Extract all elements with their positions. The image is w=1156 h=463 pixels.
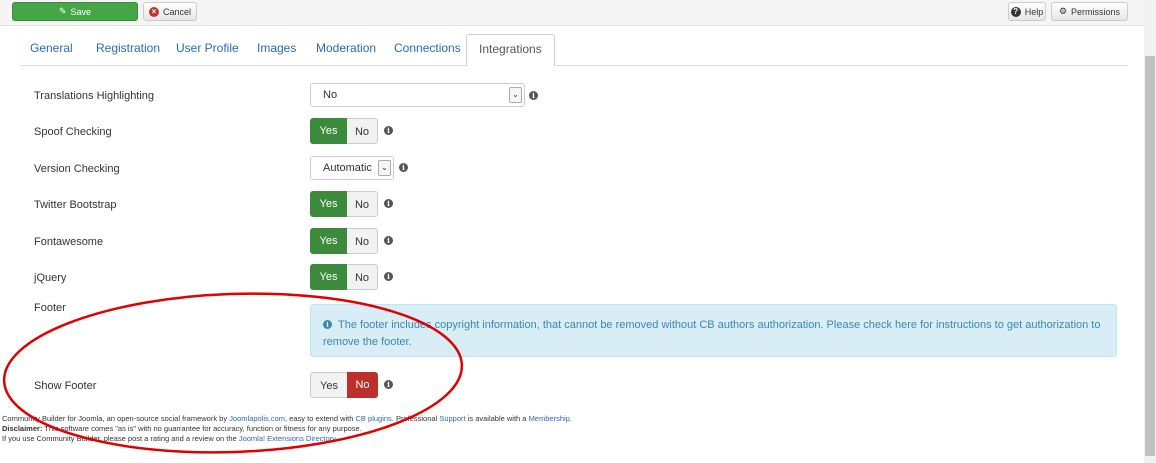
footer-label: Footer xyxy=(34,302,66,314)
cancel-icon: × xyxy=(148,6,159,17)
info-icon[interactable]: i xyxy=(384,236,393,245)
footer-line-3: If you use Community Builder, please pos… xyxy=(2,434,572,444)
fontawesome-label: Fontawesome xyxy=(34,236,104,248)
tab-integrations[interactable]: Integrations xyxy=(466,34,555,66)
info-icon[interactable]: i xyxy=(384,199,393,208)
cancel-label: Cancel xyxy=(162,6,191,17)
scrollbar[interactable] xyxy=(1144,0,1156,463)
edit-icon: ✎ xyxy=(58,6,67,16)
footer-text-segment: Community Builder for Joomla, an open-so… xyxy=(2,414,230,423)
tab-connections[interactable]: Connections xyxy=(392,34,463,65)
disclaimer-text: This software comes "as is" with no guar… xyxy=(42,424,362,433)
chevron-down-icon: ⌄ xyxy=(378,160,391,176)
show-footer-no[interactable]: No xyxy=(347,372,378,398)
jquery-toggle: Yes No xyxy=(310,264,378,290)
help-button[interactable]: ? Help xyxy=(1008,2,1046,21)
fontawesome-no[interactable]: No xyxy=(347,228,378,254)
show-footer-label: Show Footer xyxy=(34,380,97,392)
version-checking-select[interactable]: Automatic ⌄ xyxy=(310,156,394,180)
toolbar: ✎ Save × Cancel ? Help ⚙ Permissions xyxy=(0,0,1144,26)
tab-user-profile[interactable]: User Profile xyxy=(174,34,241,65)
show-footer-yes[interactable]: Yes xyxy=(310,372,347,398)
info-icon[interactable]: i xyxy=(529,91,538,100)
footer-text-segment: . xyxy=(569,414,572,423)
footer-line-1: Community Builder for Joomla, an open-so… xyxy=(2,414,572,424)
info-icon[interactable]: i xyxy=(384,126,393,135)
footer-text-segment: . Professional xyxy=(391,414,440,423)
save-label: Save xyxy=(70,6,92,17)
jquery-no[interactable]: No xyxy=(347,264,378,290)
gear-icon: ⚙ xyxy=(1058,6,1068,16)
footer-text-segment: . xyxy=(335,434,338,443)
spoof-checking-toggle: Yes No xyxy=(310,118,378,144)
permissions-label: Permissions xyxy=(1071,6,1121,17)
settings-tabs: General Registration User Profile Images… xyxy=(20,34,1128,66)
disclaimer-label: Disclaimer: xyxy=(2,424,43,433)
twitter-bootstrap-toggle: Yes No xyxy=(310,191,378,217)
translations-highlighting-select[interactable]: No ⌄ xyxy=(310,83,525,107)
joomlapolis-link[interactable]: Joomlapolis.com xyxy=(229,414,285,423)
cb-plugins-link[interactable]: CB plugins xyxy=(356,414,392,423)
cancel-button[interactable]: × Cancel xyxy=(143,2,197,21)
fontawesome-toggle: Yes No xyxy=(310,228,378,254)
translations-highlighting-value: No xyxy=(323,89,338,101)
tab-moderation[interactable]: Moderation xyxy=(314,34,378,65)
support-link[interactable]: Support xyxy=(439,414,465,423)
info-icon: i xyxy=(323,320,332,329)
tab-general[interactable]: General xyxy=(28,34,75,65)
footer-line-2: Disclaimer: This software comes "as is" … xyxy=(2,424,572,434)
footer-notice-text: The footer includes copyright informatio… xyxy=(323,319,1101,348)
jed-link[interactable]: Joomla! Extensions Directory xyxy=(239,434,336,443)
tab-images[interactable]: Images xyxy=(255,34,298,65)
membership-link[interactable]: Membership xyxy=(529,414,570,423)
help-label: Help xyxy=(1024,6,1044,17)
save-button[interactable]: ✎ Save xyxy=(12,2,138,21)
jquery-yes[interactable]: Yes xyxy=(310,264,347,290)
page-footer: Community Builder for Joomla, an open-so… xyxy=(2,414,572,444)
version-checking-label: Version Checking xyxy=(34,163,120,175)
tab-registration[interactable]: Registration xyxy=(94,34,162,65)
translations-highlighting-label: Translations Highlighting xyxy=(34,90,155,102)
info-icon[interactable]: i xyxy=(384,380,393,389)
info-icon[interactable]: i xyxy=(399,163,408,172)
chevron-down-icon: ⌄ xyxy=(509,87,522,103)
jquery-label: jQuery xyxy=(34,272,67,284)
scrollbar-thumb[interactable] xyxy=(1145,56,1155,456)
footer-info-alert: i The footer includes copyright informati… xyxy=(310,304,1117,357)
footer-text-segment: is available with a xyxy=(465,414,529,423)
footer-text-segment: , easy to extend with xyxy=(285,414,356,423)
show-footer-toggle: Yes No xyxy=(310,372,378,398)
version-checking-value: Automatic xyxy=(323,162,372,174)
spoof-checking-no[interactable]: No xyxy=(347,118,378,144)
spoof-checking-label: Spoof Checking xyxy=(34,126,112,138)
info-icon[interactable]: i xyxy=(384,272,393,281)
footer-text-segment: If you use Community Builder, please pos… xyxy=(2,434,239,443)
question-icon: ? xyxy=(1010,6,1021,17)
twitter-bootstrap-yes[interactable]: Yes xyxy=(310,191,347,217)
permissions-button[interactable]: ⚙ Permissions xyxy=(1051,2,1128,21)
fontawesome-yes[interactable]: Yes xyxy=(310,228,347,254)
twitter-bootstrap-label: Twitter Bootstrap xyxy=(34,199,117,211)
spoof-checking-yes[interactable]: Yes xyxy=(310,118,347,144)
twitter-bootstrap-no[interactable]: No xyxy=(347,191,378,217)
